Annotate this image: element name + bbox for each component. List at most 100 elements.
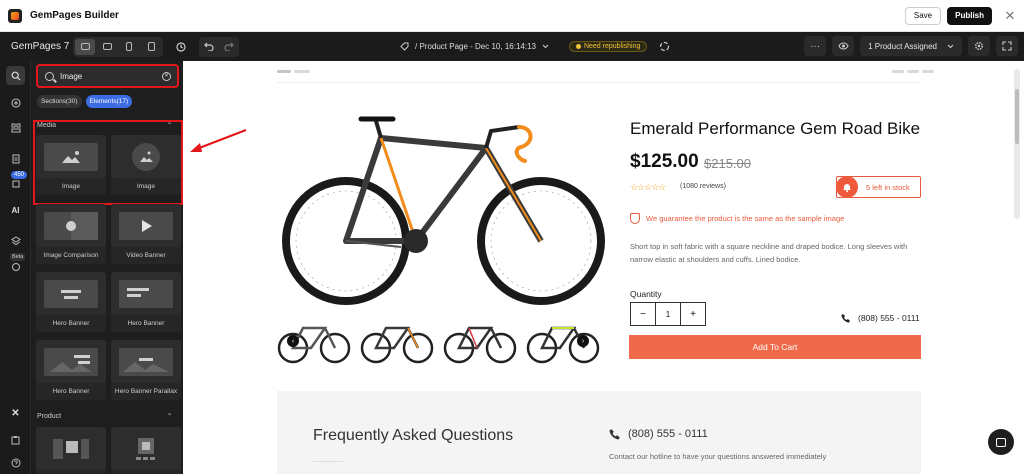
help-icon	[11, 458, 20, 467]
close-icon[interactable]: ✕	[1004, 8, 1016, 24]
guarantee-note: We guarantee the product is the same as …	[630, 213, 844, 224]
beta-feature-button[interactable]	[6, 257, 25, 276]
faq-phone: (808) 555 - 0111	[609, 428, 708, 440]
quantity-stepper: − 1 +	[630, 302, 706, 326]
mobile-icon	[126, 42, 132, 51]
product-assigned-dropdown[interactable]: 1 Product Assigned	[860, 36, 962, 56]
stack-icon	[10, 235, 21, 245]
desktop-view-button[interactable]	[75, 38, 95, 55]
quantity-input[interactable]: 1	[655, 303, 681, 325]
pages-rail-button[interactable]	[6, 149, 25, 168]
chat-support-button[interactable]	[988, 429, 1014, 455]
chevron-up-icon: ⌃	[166, 412, 173, 421]
help-rail-button[interactable]	[6, 453, 25, 472]
tablet-icon	[147, 42, 155, 51]
comparison-thumb	[36, 204, 106, 247]
element-card-product-1[interactable]	[36, 427, 106, 474]
search-icon	[45, 71, 54, 81]
hero-banner-icon	[44, 347, 98, 376]
page-selector[interactable]: / Product Page - Dec 10, 16:14:13 Need r…	[400, 32, 670, 61]
mobile-view-button[interactable]	[119, 39, 139, 55]
add-to-cart-button[interactable]: Add To Cart	[629, 335, 921, 359]
plus-circle-icon	[10, 97, 21, 108]
product-main-image[interactable]	[281, 113, 611, 313]
save-button[interactable]: Save	[904, 6, 942, 25]
phone-icon	[609, 429, 620, 440]
chevron-down-icon	[947, 44, 954, 48]
canvas-toolbar-right	[892, 70, 934, 73]
element-card-hero-banner-2[interactable]: Hero Banner	[111, 272, 181, 332]
element-card-hero-banner[interactable]: Hero Banner	[36, 272, 106, 332]
product-section-title: Product	[37, 413, 62, 420]
more-options-button[interactable]: ···	[804, 36, 827, 56]
stock-counter: 5 left in stock	[836, 176, 921, 198]
chat-icon	[996, 437, 1006, 447]
quantity-increase-button[interactable]: +	[681, 303, 705, 325]
tab-elements[interactable]: Elements(17)	[85, 95, 133, 108]
quantity-label: Quantity	[630, 289, 662, 299]
quantity-decrease-button[interactable]: −	[631, 303, 655, 325]
settings-gear-icon[interactable]	[968, 36, 990, 56]
image-circle-icon	[132, 142, 160, 171]
brand-label: GemPages 7	[11, 41, 70, 52]
history-icon[interactable]	[171, 37, 191, 57]
element-card-video-banner[interactable]: Video Banner	[111, 204, 181, 264]
clipboard-rail-button[interactable]	[6, 430, 25, 449]
status-badge: Need republishing	[568, 41, 648, 52]
element-card-label: Hero Banner	[127, 320, 165, 327]
status-badge-label: Need republishing	[583, 43, 641, 50]
apps-rail-button[interactable]	[6, 231, 25, 250]
element-card-image-comparison[interactable]: Image Comparison	[36, 204, 106, 264]
search-rail-button[interactable]	[6, 66, 25, 85]
ai-icon: AI	[11, 206, 20, 215]
hero-thumb	[111, 272, 181, 315]
thumbnail-image[interactable]	[443, 314, 517, 366]
tablet-view-button[interactable]	[141, 39, 161, 55]
guarantee-text: We guarantee the product is the same as …	[646, 214, 845, 223]
product-title: Emerald Performance Gem Road Bike	[630, 119, 921, 138]
annotation-arrow-icon	[190, 128, 247, 152]
add-element-button[interactable]	[6, 93, 25, 112]
product-element-icon	[53, 438, 89, 459]
device-switcher	[73, 36, 163, 57]
element-card-image[interactable]: Image	[36, 135, 106, 195]
search-input[interactable]: Image ✕	[36, 64, 179, 88]
video-thumb	[111, 204, 181, 247]
thumbnail-strip: ‹ ›	[277, 314, 600, 366]
canvas-scrollbar[interactable]	[1014, 69, 1020, 219]
undo-icon[interactable]	[199, 37, 219, 57]
integrations-rail-button[interactable]: ✕	[6, 404, 25, 423]
element-card-label: Hero Banner	[52, 320, 90, 327]
redo-icon[interactable]	[219, 37, 239, 57]
element-card-hero-banner-parallax[interactable]: Hero Banner Parallax	[111, 340, 181, 400]
element-card-image-circle[interactable]: Image	[111, 135, 181, 195]
desktop-icon	[80, 43, 90, 50]
x-brand-icon: ✕	[11, 408, 20, 419]
ai-rail-button[interactable]: AI	[6, 201, 25, 220]
phone-icon	[841, 314, 850, 323]
layers-rail-button[interactable]	[6, 118, 25, 137]
publish-button[interactable]: Publish	[947, 6, 992, 25]
product-price: $125.00	[630, 151, 699, 172]
element-card-label: Image	[136, 183, 156, 190]
assets-rail-button[interactable]	[6, 174, 25, 193]
element-card-hero-banner-3[interactable]: Hero Banner	[36, 340, 106, 400]
tab-sections[interactable]: Sections(30)	[37, 95, 82, 108]
preview-eye-icon[interactable]	[832, 36, 855, 56]
image-comparison-icon	[44, 211, 98, 240]
element-card-product-2[interactable]	[111, 427, 181, 474]
laptop-view-button[interactable]	[97, 39, 117, 55]
panel-tabs: Sections(30) Elements(17)	[37, 95, 133, 108]
product-thumb	[111, 427, 181, 470]
clear-search-icon[interactable]: ✕	[162, 71, 171, 81]
thumbnail-prev-icon[interactable]: ‹	[287, 335, 299, 347]
parallax-thumb	[111, 340, 181, 383]
product-section-header[interactable]: Product ⌃	[37, 412, 177, 421]
fullscreen-icon[interactable]	[996, 36, 1018, 56]
product-phone-number: (808) 555 - 0111	[858, 313, 920, 323]
hero-thumb	[36, 272, 106, 315]
thumbnail-next-icon[interactable]: ›	[577, 335, 589, 347]
shield-icon	[630, 213, 640, 224]
sync-icon[interactable]	[659, 41, 670, 52]
thumbnail-image[interactable]	[360, 314, 434, 366]
